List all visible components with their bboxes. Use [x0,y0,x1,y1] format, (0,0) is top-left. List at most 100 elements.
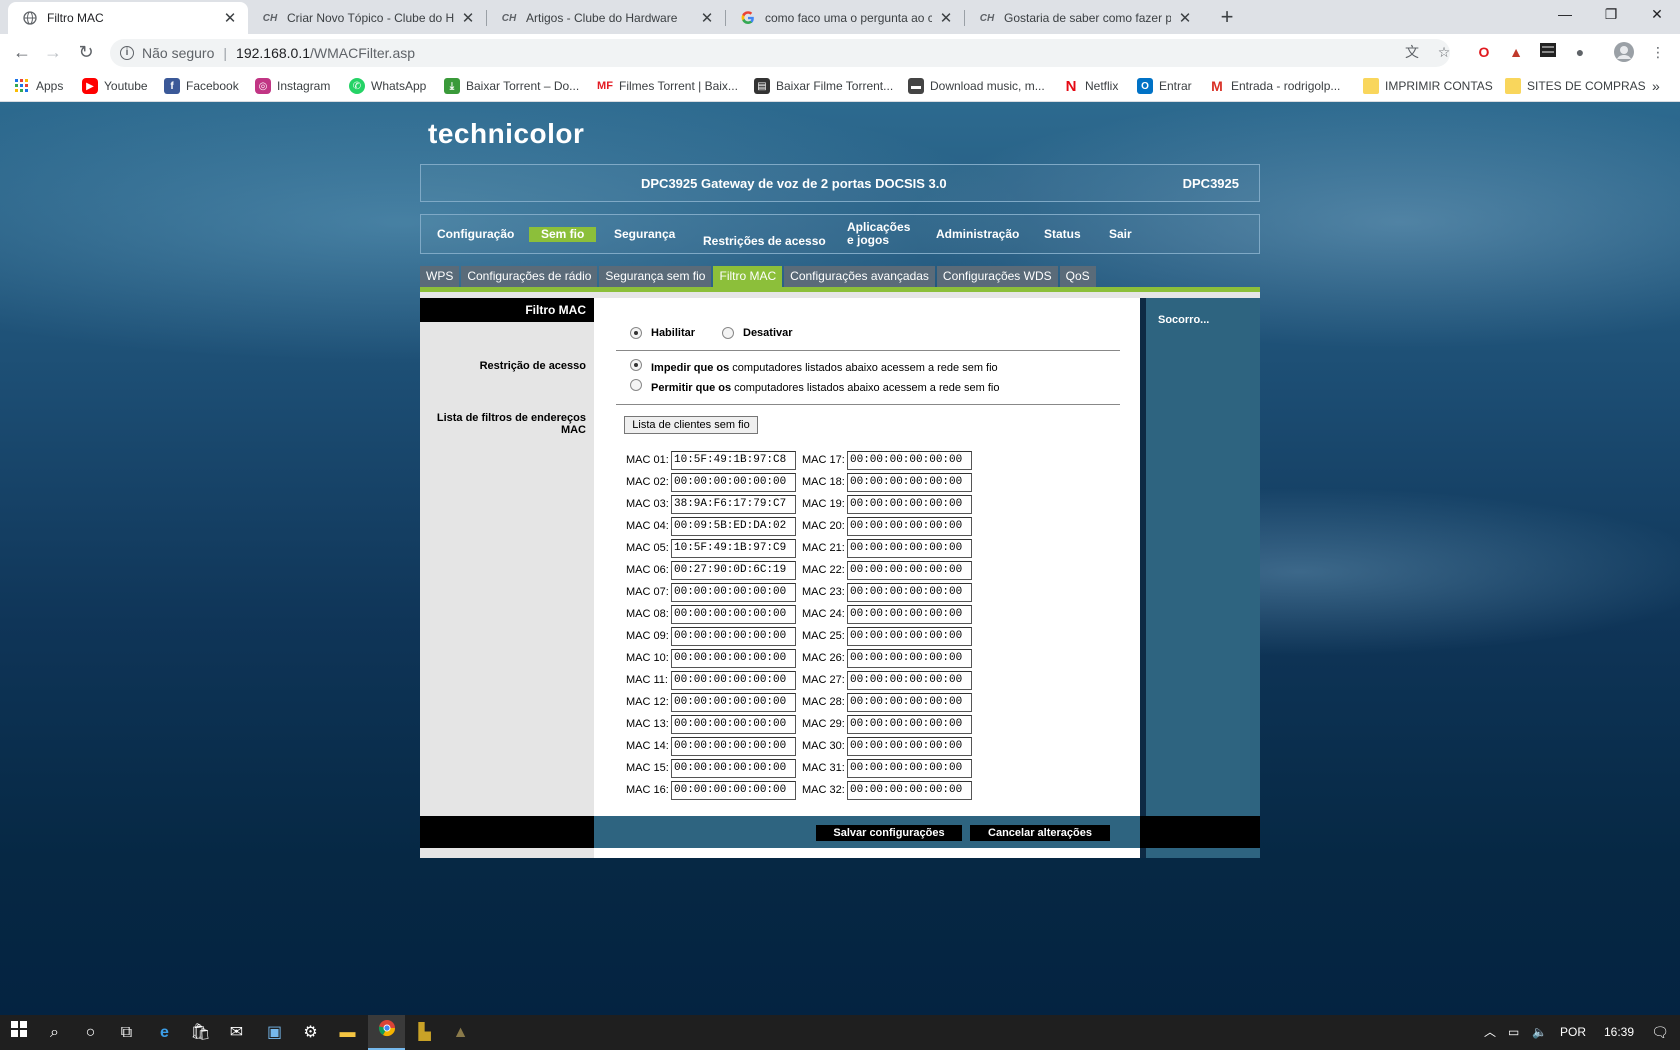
enable-option[interactable]: Habilitar [630,327,695,339]
bookmark-facebook[interactable]: f Facebook [164,77,239,95]
browser-tab-filtro-mac[interactable]: Filtro MAC ✕ [8,2,248,34]
subtab-configuracoes-radio[interactable]: Configurações de rádio [461,266,598,287]
restore-icon[interactable]: ❐ [1588,0,1634,30]
mac-address-input[interactable]: 00:00:00:00:00:00 [671,692,796,712]
mac-address-input[interactable]: 00:00:00:00:00:00 [847,604,972,624]
radio-impedir[interactable] [630,359,642,371]
mac-address-input[interactable]: 00:00:00:00:00:00 [847,538,972,558]
mac-address-input[interactable]: 00:00:00:00:00:00 [847,516,972,536]
bookmark-filmes-torrent[interactable]: MF Filmes Torrent | Baix... [597,77,738,95]
minimize-icon[interactable]: — [1542,0,1588,30]
bookmark-baixar-torrent[interactable]: ⤓ Baixar Torrent – Do... [444,77,579,95]
mac-address-input[interactable]: 00:00:00:00:00:00 [671,758,796,778]
task-view-icon[interactable]: ⧉ [108,1015,145,1050]
mac-address-input[interactable]: 00:00:00:00:00:00 [671,714,796,734]
mac-address-input[interactable]: 10:5F:49:1B:97:C8 [671,450,796,470]
opera-extension-icon[interactable]: O [1474,42,1494,62]
address-bar[interactable]: i Não seguro | 192.168.0.1/WMACFilter.as… [110,39,1450,67]
mac-address-input[interactable]: 38:9A:F6:17:79:C7 [671,494,796,514]
store-icon[interactable]: 🛍 [182,1015,219,1050]
mac-address-input[interactable]: 00:00:00:00:00:00 [671,604,796,624]
network-icon[interactable]: ▭ [1508,1015,1519,1050]
nav-restricoes-acesso[interactable]: Restrições de acesso [703,235,826,248]
save-settings-button[interactable]: Salvar configurações [816,825,962,841]
volume-icon[interactable]: 🔈 [1532,1015,1547,1050]
nav-sair[interactable]: Sair [1109,228,1132,241]
mac-address-input[interactable]: 00:00:00:00:00:00 [847,670,972,690]
mac-address-input[interactable]: 00:00:00:00:00:00 [847,560,972,580]
mac-address-input[interactable]: 00:00:00:00:00:00 [847,626,972,646]
mac-address-input[interactable]: 00:00:00:00:00:00 [671,780,796,800]
subtab-filtro-mac[interactable]: Filtro MAC [713,266,783,287]
nav-status[interactable]: Status [1044,228,1081,241]
mac-address-input[interactable]: 00:00:00:00:00:00 [847,780,972,800]
search-icon[interactable]: ⌕ [36,1015,73,1050]
mac-address-input[interactable]: 00:00:00:00:00:00 [671,648,796,668]
chrome-icon[interactable] [368,1015,405,1050]
mac-address-input[interactable]: 10:5F:49:1B:97:C9 [671,538,796,558]
radio-habilitar[interactable] [630,327,642,339]
close-tab-icon[interactable]: ✕ [222,9,238,27]
close-tab-icon[interactable]: ✕ [1177,9,1193,27]
mac-address-input[interactable]: 00:00:00:00:00:00 [847,582,972,602]
nav-seguranca[interactable]: Segurança [614,228,675,241]
bookmark-entrar[interactable]: O Entrar [1137,77,1192,95]
window-close-icon[interactable]: ✕ [1634,0,1680,30]
profile-avatar-icon[interactable] [1614,42,1634,62]
browser-tab-artigos[interactable]: CH Artigos - Clube do Hardware ✕ [487,2,725,34]
translate-icon[interactable]: 文 [1402,42,1422,62]
mac-address-input[interactable]: 00:00:00:00:00:00 [847,450,972,470]
menu-kebab-icon[interactable]: ⋮ [1648,42,1668,62]
file-explorer-icon[interactable]: ▬ [329,1015,366,1050]
reload-icon[interactable]: ↻ [74,41,98,65]
mail-icon[interactable]: ✉ [218,1015,255,1050]
extension-icon[interactable]: ● [1570,42,1590,62]
mac-address-input[interactable]: 00:00:00:00:00:00 [847,472,972,492]
nav-sem-fio[interactable]: Sem fio [529,227,597,242]
bookmark-instagram[interactable]: ◎ Instagram [255,77,330,95]
subtab-configuracoes-avancadas[interactable]: Configurações avançadas [784,266,935,287]
mac-address-input[interactable]: 00:00:00:00:00:00 [671,626,796,646]
help-link[interactable]: Socorro... [1158,314,1209,326]
subtab-wps[interactable]: WPS [420,266,460,287]
bookmark-whatsapp[interactable]: ✆ WhatsApp [349,77,426,95]
new-tab-button[interactable]: + [1213,4,1241,32]
bookmark-folder-compras[interactable]: SITES DE COMPRAS [1505,77,1646,95]
nav-aplicacoes-jogos[interactable]: Aplicações e jogos [847,221,910,247]
bookmark-star-icon[interactable]: ☆ [1434,42,1454,62]
browser-tab-google[interactable]: como faco uma o pergunta ao clube ✕ [726,2,964,34]
bookmark-netflix[interactable]: N Netflix [1063,77,1119,95]
app-icon[interactable]: ▙ [406,1015,443,1050]
mac-address-input[interactable]: 00:00:00:00:00:00 [671,736,796,756]
close-tab-icon[interactable]: ✕ [460,9,476,27]
bookmarks-overflow-button[interactable]: » [1652,77,1660,95]
bookmark-folder-imprimir[interactable]: IMPRIMIR CONTAS [1363,77,1493,95]
pdf-extension-icon[interactable]: ▲ [1506,42,1526,62]
nav-administracao[interactable]: Administração [936,228,1019,241]
game-icon[interactable]: ▲ [442,1015,479,1050]
browser-tab-criar-topico[interactable]: CH Criar Novo Tópico - Clube do Hardware… [248,2,486,34]
bookmark-youtube[interactable]: ▶ Youtube [82,77,148,95]
subtab-seguranca-sem-fio[interactable]: Segurança sem fio [599,266,712,287]
radio-desativar[interactable] [722,327,734,339]
clock[interactable]: 16:39 [1598,1015,1640,1050]
restriction-allow-option[interactable]: Permitir que os computadores listados ab… [630,379,1000,394]
mac-address-input[interactable]: 00:00:00:00:00:00 [847,714,972,734]
mac-address-input[interactable]: 00:00:00:00:00:00 [671,670,796,690]
subtab-configuracoes-wds[interactable]: Configurações WDS [936,266,1058,287]
cortana-icon[interactable]: ○ [72,1015,109,1050]
mac-address-input[interactable]: 00:00:00:00:00:00 [671,582,796,602]
back-arrow-icon[interactable]: ← [10,41,34,65]
subtab-qos[interactable]: QoS [1059,266,1096,287]
show-hidden-icons-icon[interactable]: ︿ [1484,1015,1496,1050]
mac-address-input[interactable]: 00:00:00:00:00:00 [847,692,972,712]
forward-arrow-icon[interactable]: → [41,41,65,65]
mac-address-input[interactable]: 00:00:00:00:00:00 [847,494,972,514]
bookmark-apps[interactable]: Apps [14,77,63,95]
mac-address-input[interactable]: 00:09:5B:ED:DA:02 [671,516,796,536]
browser-tab-gostaria[interactable]: CH Gostaria de saber como fazer pedido ✕ [965,2,1203,34]
edge-icon[interactable]: e [146,1015,183,1050]
cancel-changes-button[interactable]: Cancelar alterações [970,825,1110,841]
windows-start-icon[interactable] [0,1015,37,1050]
bookmark-baixar-filme[interactable]: ▤ Baixar Filme Torrent... [754,77,893,95]
